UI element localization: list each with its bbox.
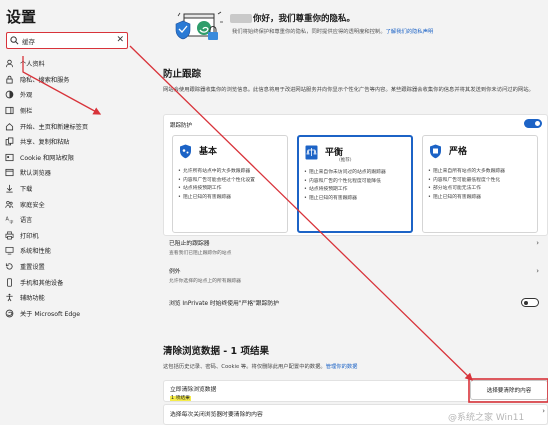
annotation-box-choose-button [468,378,548,403]
watermark: @系统之家 Win11 [448,413,525,423]
annotation-arrows [22,45,548,403]
annotation-arrow-to-choose-button [129,45,473,381]
annotation-arrow-to-privacy [22,56,102,115]
